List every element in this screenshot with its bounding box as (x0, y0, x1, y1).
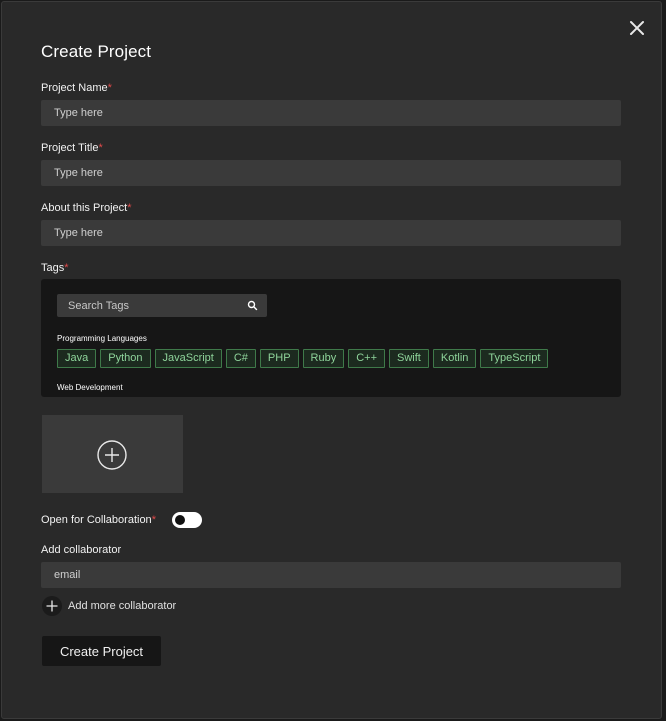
add-more-collaborator-button[interactable]: Add more collaborator (42, 596, 176, 616)
open-for-collaboration-label: Open for Collaboration* (41, 514, 156, 526)
modal-title: Create Project (41, 42, 152, 61)
tag-chip-kotlin[interactable]: Kotlin (432, 349, 477, 368)
tag-chip-javascript[interactable]: JavaScript (154, 349, 222, 368)
tag-search-input[interactable] (57, 294, 237, 317)
project-name-label: Project Name* (41, 82, 112, 94)
project-title-label: Project Title* (41, 142, 103, 154)
toggle-knob (175, 515, 185, 525)
add-more-collaborator-label: Add more collaborator (68, 600, 177, 612)
search-icon[interactable] (247, 300, 258, 311)
tag-chip-typescript[interactable]: TypeScript (480, 349, 549, 368)
tag-chip-swift[interactable]: Swift (389, 349, 429, 368)
create-project-button[interactable]: Create Project (42, 636, 161, 666)
tag-chip-java[interactable]: Java (57, 349, 97, 368)
add-collaborator-label: Add collaborator (41, 544, 122, 556)
tag-category-programming-languages: Programming Languages (57, 334, 147, 343)
create-project-modal: Create Project Project Name* Project Tit… (1, 1, 662, 719)
project-name-input[interactable] (41, 100, 621, 126)
about-project-label: About this Project* (41, 202, 132, 214)
tag-chip-csharp[interactable]: C# (225, 349, 256, 368)
close-button[interactable] (626, 17, 648, 39)
collaboration-toggle[interactable] (172, 512, 202, 528)
tag-chip-php[interactable]: PHP (259, 349, 299, 368)
close-icon (630, 21, 644, 35)
collaborator-email-input[interactable] (41, 562, 621, 588)
image-upload-area[interactable] (42, 415, 183, 493)
tag-chip-ruby[interactable]: Ruby (302, 349, 345, 368)
programming-language-chips: Java Python JavaScript C# PHP Ruby C++ S… (57, 349, 549, 368)
project-title-input[interactable] (41, 160, 621, 186)
tag-chip-python[interactable]: Python (100, 349, 151, 368)
about-project-input[interactable] (41, 220, 621, 246)
plus-circle-icon (97, 440, 127, 470)
tag-category-web-development: Web Development (57, 383, 123, 392)
tags-label: Tags* (41, 262, 69, 274)
tag-chip-cpp[interactable]: C++ (348, 349, 386, 368)
tag-search-box (57, 294, 267, 317)
tags-panel: Programming Languages Java Python JavaSc… (41, 279, 621, 397)
plus-icon (42, 596, 62, 616)
